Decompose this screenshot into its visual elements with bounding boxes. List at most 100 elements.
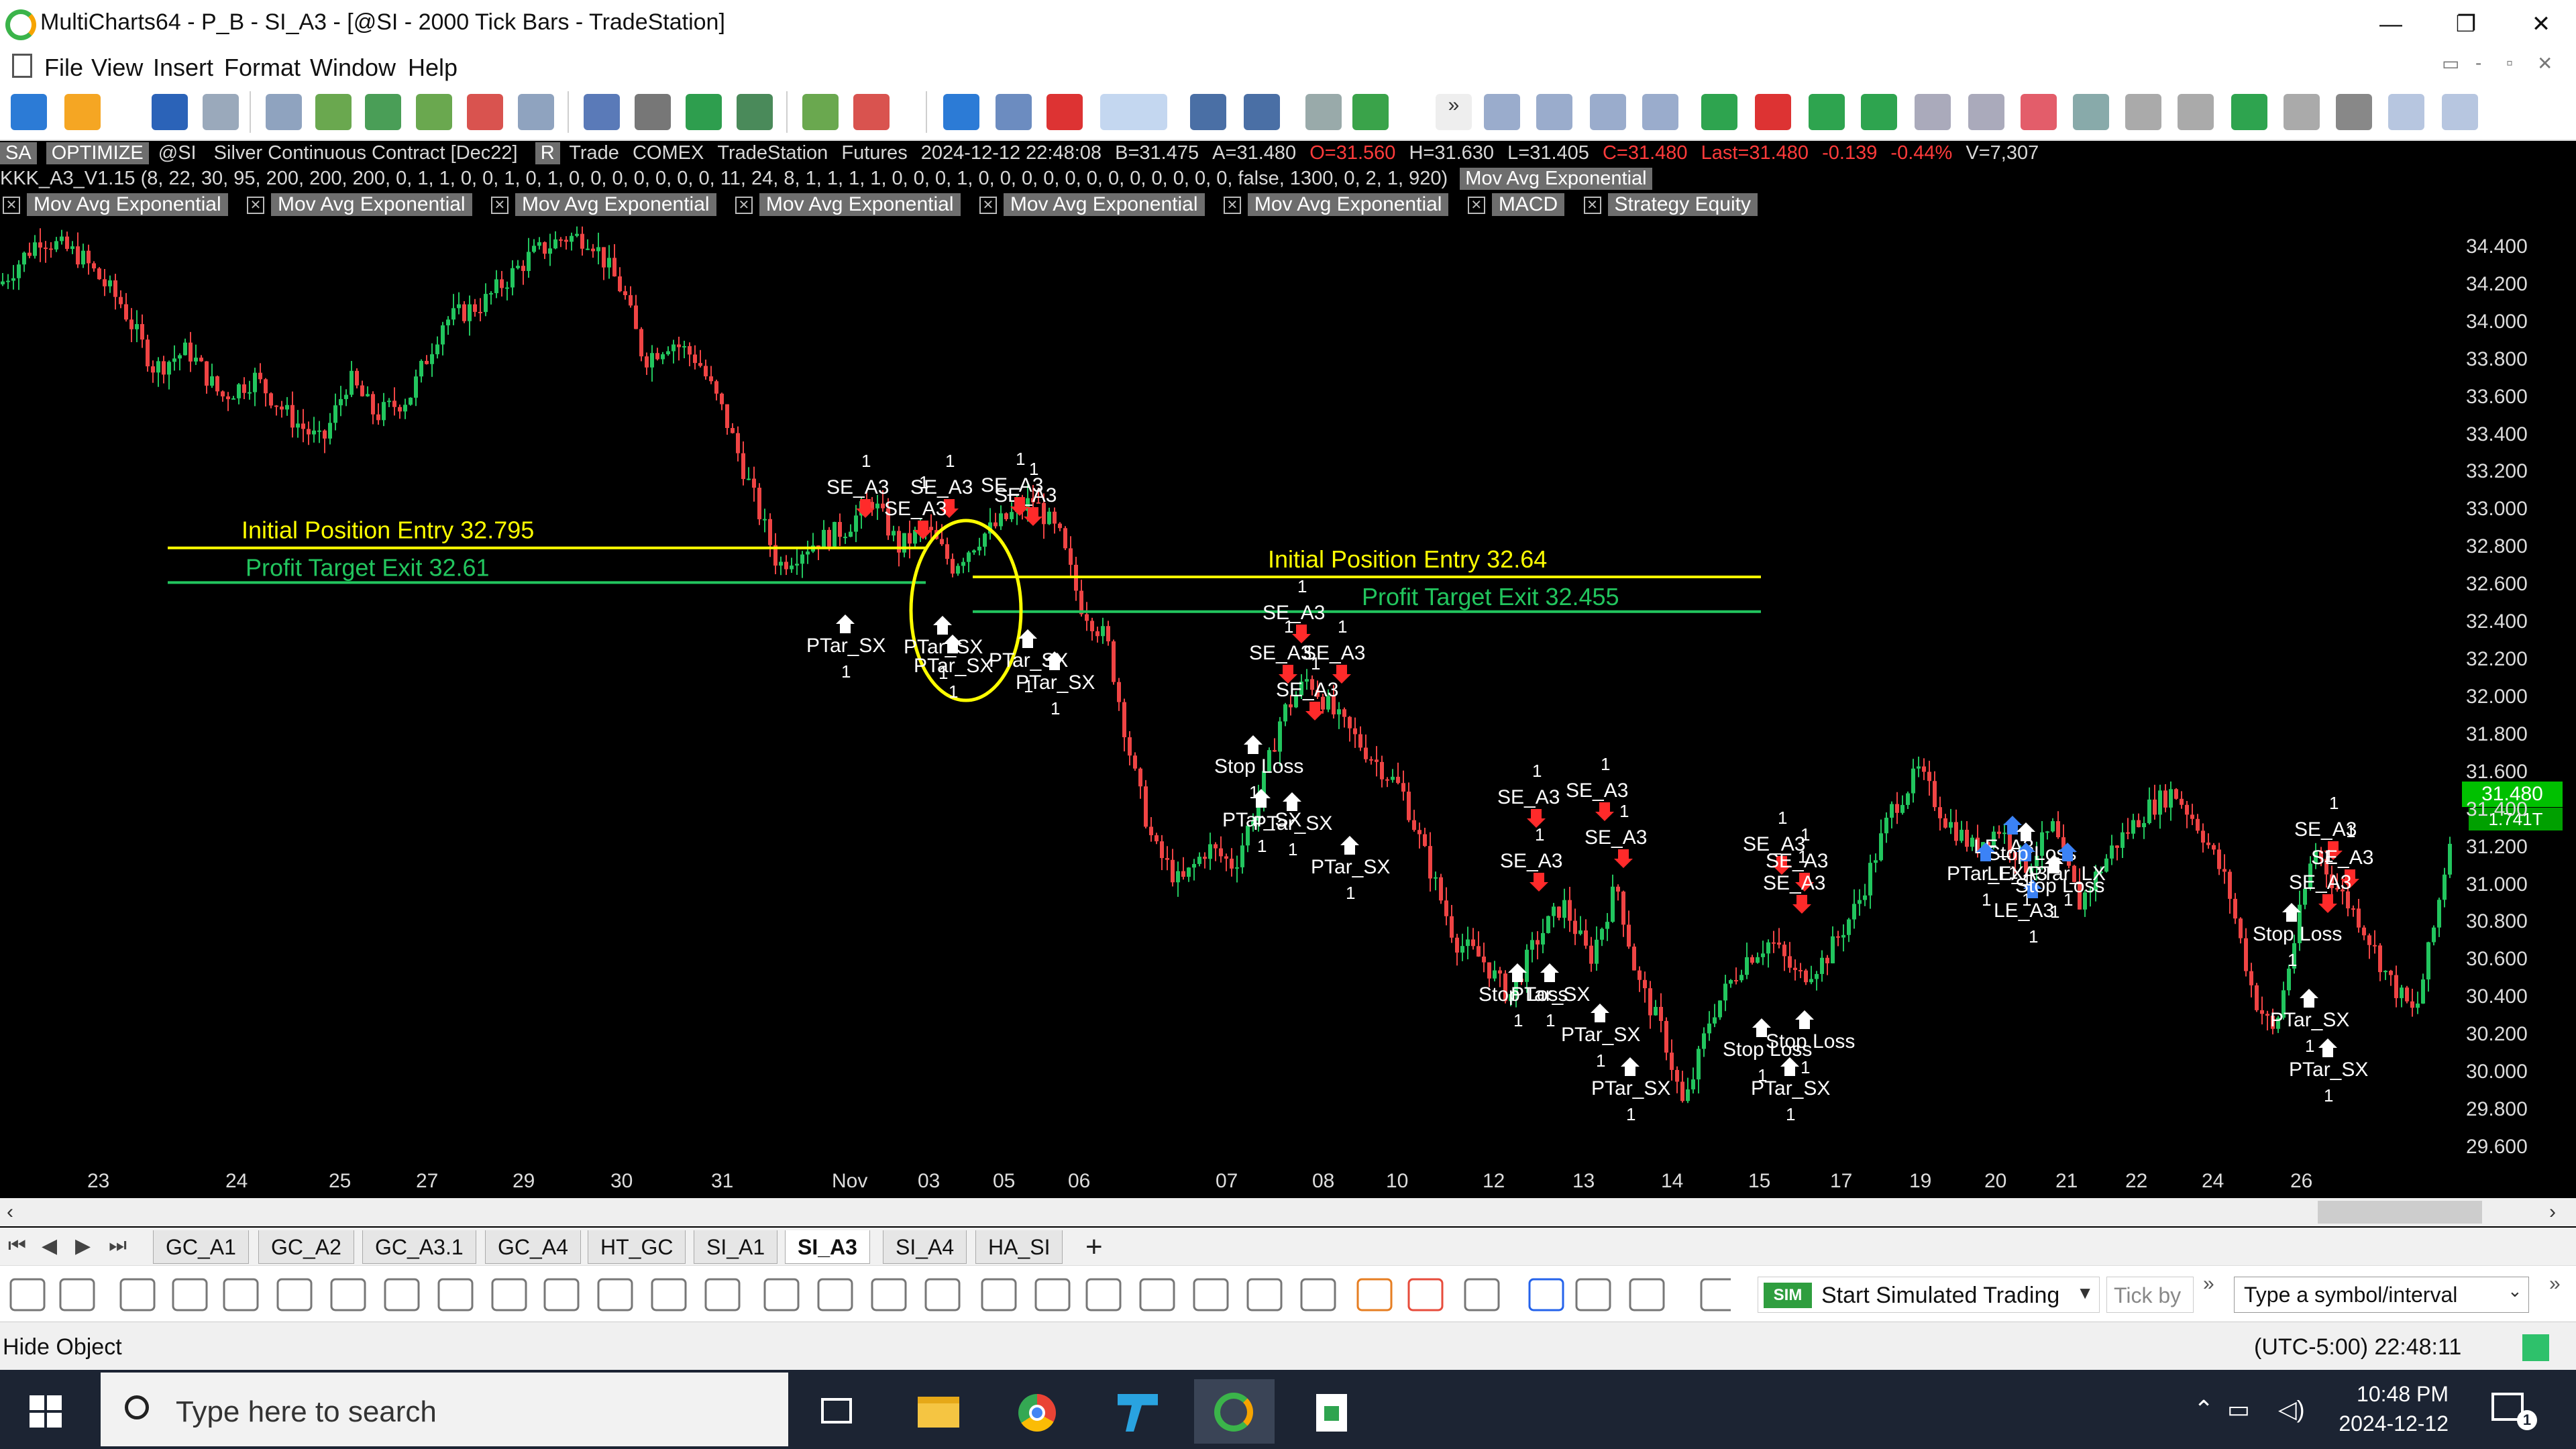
expand-icon[interactable] bbox=[1642, 94, 1678, 130]
tray-overflow-icon[interactable]: ⌃ bbox=[2194, 1395, 2214, 1424]
parallel-lines-icon[interactable] bbox=[223, 1278, 259, 1311]
time-cycles-icon[interactable] bbox=[763, 1278, 800, 1311]
tab-si-a1[interactable]: SI_A1 bbox=[694, 1230, 778, 1264]
gann-icon[interactable] bbox=[330, 1278, 366, 1311]
remove-indicator-icon[interactable]: ✕ bbox=[490, 197, 508, 215]
channel-icon[interactable] bbox=[172, 1278, 208, 1311]
fib-retracement-icon[interactable] bbox=[491, 1278, 527, 1311]
chevron-down-icon[interactable]: ⌄ bbox=[2508, 1281, 2522, 1301]
chart-window-icon[interactable] bbox=[203, 94, 239, 130]
network-icon[interactable]: ▭ bbox=[2227, 1395, 2250, 1424]
undo-zoom-icon[interactable] bbox=[2125, 94, 2161, 130]
grid-icon[interactable] bbox=[871, 1278, 907, 1311]
ellipse-icon[interactable] bbox=[1139, 1278, 1175, 1311]
elliott-icon[interactable] bbox=[651, 1278, 687, 1311]
indicator-chip[interactable]: Mov Avg Exponential bbox=[1247, 193, 1449, 216]
snapshot-icon[interactable] bbox=[2178, 94, 2214, 130]
menu-view[interactable]: View bbox=[91, 54, 143, 82]
scroll-right-arrow-icon[interactable]: › bbox=[2549, 1201, 2556, 1224]
taskbar-clock[interactable]: 10:48 PM 2024-12-12 bbox=[2328, 1379, 2449, 1438]
enable-strategy-icon[interactable] bbox=[802, 94, 839, 130]
strategy-chip[interactable]: Mov Avg Exponential bbox=[1460, 168, 1652, 190]
indicator-chip[interactable]: Mov Avg Exponential bbox=[27, 193, 228, 216]
file-explorer-icon[interactable] bbox=[899, 1379, 979, 1444]
mdi-close-button[interactable]: ✕ bbox=[2537, 52, 2553, 74]
zoom-out-icon[interactable] bbox=[2073, 94, 2109, 130]
minimize-button[interactable]: — bbox=[2353, 5, 2428, 43]
table-icon[interactable] bbox=[924, 1278, 961, 1311]
scroll-down-icon[interactable] bbox=[1755, 94, 1791, 130]
smiley-icon[interactable] bbox=[1464, 1278, 1500, 1311]
mdi-maximize-button[interactable]: ▫ bbox=[2506, 52, 2513, 74]
spreadsheet-app-icon[interactable] bbox=[1292, 1379, 1373, 1444]
magnet-icon[interactable] bbox=[1528, 1278, 1564, 1311]
fib-fan-icon[interactable] bbox=[597, 1278, 633, 1311]
order-bar-icon[interactable] bbox=[467, 94, 503, 130]
pencil-icon[interactable] bbox=[1356, 1278, 1393, 1311]
scroll-left-icon[interactable] bbox=[1809, 94, 1845, 130]
scanner-icon[interactable] bbox=[266, 94, 302, 130]
scroll-left-arrow-icon[interactable]: ‹ bbox=[7, 1201, 13, 1224]
highlighter-icon[interactable] bbox=[1407, 1278, 1444, 1311]
scrollbar-thumb[interactable] bbox=[2318, 1201, 2482, 1224]
menu-help[interactable]: Help bbox=[408, 54, 458, 82]
indicator-chip[interactable]: Mov Avg Exponential bbox=[1003, 193, 1205, 216]
tab-ha-si[interactable]: HA_SI bbox=[975, 1230, 1063, 1264]
start-simulated-trading-button[interactable]: SIM Start Simulated Trading ▼ bbox=[1758, 1277, 2100, 1313]
trash-icon[interactable] bbox=[1700, 1278, 1731, 1311]
curve-tool-icon[interactable] bbox=[996, 94, 1032, 130]
remove-indicator-icon[interactable]: ✕ bbox=[1467, 197, 1485, 215]
link-icon[interactable] bbox=[1629, 1278, 1665, 1311]
pitchfork-icon[interactable] bbox=[704, 1278, 741, 1311]
price-chart-canvas[interactable]: Initial Position Entry 32.795 Profit Targ… bbox=[0, 141, 2462, 1167]
remove-indicator-icon[interactable]: ✕ bbox=[3, 197, 20, 215]
menu-format[interactable]: Format bbox=[224, 54, 301, 82]
indicator-chip[interactable]: Mov Avg Exponential bbox=[270, 193, 472, 216]
time-axis[interactable]: 23 24 25 27 29 30 31 Nov 03 05 06 07 08 10 12 13 14 15 17 1… bbox=[0, 1167, 2576, 1199]
save-icon[interactable] bbox=[152, 94, 188, 130]
market-sheet-icon[interactable] bbox=[416, 94, 452, 130]
menu-insert[interactable]: Insert bbox=[153, 54, 213, 82]
format-icon[interactable] bbox=[1244, 94, 1280, 130]
indicator-chip-macd[interactable]: MACD bbox=[1491, 193, 1565, 216]
crosshair-icon[interactable] bbox=[1915, 94, 1951, 130]
windows-start-icon[interactable] bbox=[30, 1395, 62, 1428]
indicator-chip[interactable]: Mov Avg Exponential bbox=[515, 193, 716, 216]
scroll-up-icon[interactable] bbox=[1701, 94, 1737, 130]
multicharts-taskbar-icon[interactable] bbox=[1194, 1379, 1275, 1444]
volume-icon[interactable]: ◁) bbox=[2278, 1395, 2305, 1424]
fan-icon[interactable] bbox=[276, 1278, 313, 1311]
tab-si-a3[interactable]: SI_A3 bbox=[785, 1230, 870, 1264]
remove-indicator-icon[interactable]: ✕ bbox=[979, 197, 997, 215]
open-workspace-icon[interactable] bbox=[64, 94, 101, 130]
ruler-icon[interactable] bbox=[1300, 1278, 1336, 1311]
zoom-out-horizontal-icon[interactable] bbox=[1484, 94, 1520, 130]
data-window-icon[interactable] bbox=[518, 94, 554, 130]
rectangle-icon[interactable] bbox=[1085, 1278, 1122, 1311]
hand-tool-icon[interactable] bbox=[2388, 94, 2424, 130]
mode-chip[interactable]: SA bbox=[0, 142, 37, 164]
chevron-down-icon[interactable]: ▼ bbox=[2076, 1283, 2094, 1303]
eraser-icon[interactable] bbox=[1575, 1278, 1611, 1311]
menu-window[interactable]: Window bbox=[310, 54, 396, 82]
vertical-line-icon[interactable] bbox=[119, 1278, 156, 1311]
r-chip[interactable]: R bbox=[535, 142, 560, 164]
regression-icon[interactable] bbox=[817, 1278, 853, 1311]
export-icon[interactable] bbox=[2231, 94, 2267, 130]
more-tools-icon[interactable]: » bbox=[1436, 94, 1472, 130]
plugin-icon[interactable] bbox=[686, 94, 722, 130]
mdi-minimize-button[interactable]: - bbox=[2475, 52, 2481, 74]
tab-gc-a4[interactable]: GC_A4 bbox=[485, 1230, 581, 1264]
tab-last-icon[interactable]: ⏭ bbox=[109, 1234, 127, 1257]
taskbar-search-box[interactable]: Type here to search bbox=[101, 1373, 788, 1446]
drag-tool-icon[interactable] bbox=[2442, 94, 2478, 130]
candle-style-icon[interactable] bbox=[1352, 94, 1389, 130]
optimize-chip[interactable]: OPTIMIZE bbox=[46, 142, 149, 164]
speed-lines-icon[interactable] bbox=[437, 1278, 474, 1311]
horizontal-line-icon[interactable] bbox=[59, 1278, 95, 1311]
restore-button[interactable]: ❐ bbox=[2428, 5, 2504, 43]
expand-chevron-icon[interactable]: » bbox=[2549, 1273, 2561, 1295]
tab-prev-icon[interactable]: ◀ bbox=[42, 1234, 57, 1258]
indicator-chip[interactable]: Mov Avg Exponential bbox=[759, 193, 961, 216]
tick-by-field[interactable]: Tick by bbox=[2106, 1277, 2194, 1313]
